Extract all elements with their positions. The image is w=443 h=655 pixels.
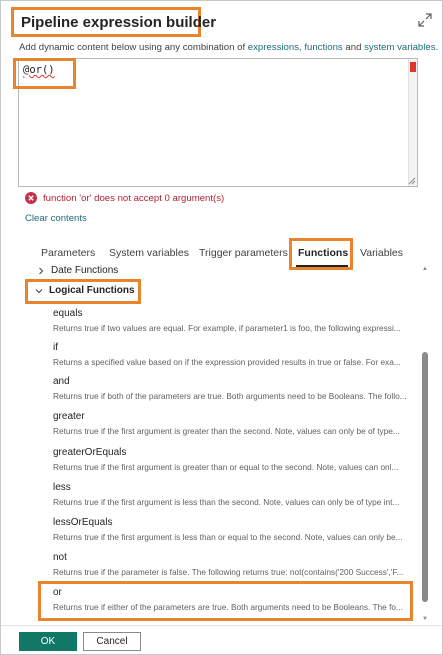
function-item-not[interactable]: not Returns true if the parameter is fal…	[53, 552, 413, 577]
editor-scrollbar[interactable]	[408, 59, 417, 186]
error-icon	[25, 192, 37, 204]
function-name: greater	[53, 411, 85, 422]
chevron-right-icon	[39, 267, 44, 274]
function-description: Returns true if the first argument is le…	[53, 497, 400, 507]
function-name: greaterOrEquals	[53, 447, 127, 458]
title-highlight: Pipeline expression builder	[11, 7, 216, 37]
ok-button[interactable]: OK	[19, 632, 77, 651]
function-description: Returns true if two values are equal. Fo…	[53, 323, 401, 333]
resize-grip-icon[interactable]	[408, 177, 416, 185]
function-item-greater[interactable]: greater Returns true if the first argume…	[53, 411, 413, 436]
function-description: Returns true if the parameter is false. …	[53, 567, 404, 577]
footer-divider	[1, 625, 442, 626]
date-functions-section[interactable]: Date Functions	[37, 265, 118, 276]
dialog-title: Pipeline expression builder	[21, 13, 217, 31]
expand-icon[interactable]	[418, 13, 432, 27]
code-highlight	[13, 58, 76, 89]
function-description: Returns true if both of the parameters a…	[53, 391, 407, 401]
system-variables-link[interactable]: system variables.	[364, 42, 438, 53]
function-name: and	[53, 376, 70, 387]
expression-editor[interactable]	[18, 58, 418, 187]
function-item-and[interactable]: and Returns true if both of the paramete…	[53, 376, 413, 401]
error-text: function 'or' does not accept 0 argument…	[43, 192, 225, 204]
help-text: Add dynamic content below using any comb…	[19, 42, 438, 53]
function-name: less	[53, 482, 71, 493]
function-item-lessorequals[interactable]: lessOrEquals Returns true if the first a…	[53, 517, 413, 542]
clear-contents-link[interactable]: Clear contents	[25, 213, 87, 224]
tab-variables[interactable]: Variables	[360, 247, 403, 259]
functions-link[interactable]: functions	[304, 42, 342, 53]
tab-trigger-parameters[interactable]: Trigger parameters	[199, 247, 288, 259]
expression-builder-dialog: Pipeline expression builder Add dynamic …	[0, 0, 443, 655]
cancel-button[interactable]: Cancel	[83, 632, 141, 651]
function-item-greaterorequals[interactable]: greaterOrEquals Returns true if the firs…	[53, 447, 413, 472]
function-item-if[interactable]: if Returns a specified value based on if…	[53, 342, 413, 367]
scroll-down-icon[interactable]: ▼	[422, 616, 428, 622]
help-prefix: Add dynamic content below using any comb…	[19, 42, 248, 53]
function-description: Returns true if the first argument is gr…	[53, 462, 399, 472]
error-message-row: function 'or' does not accept 0 argument…	[25, 192, 224, 204]
function-name: equals	[53, 308, 83, 319]
function-item-equals[interactable]: equals Returns true if two values are eq…	[53, 308, 413, 333]
scroll-thumb[interactable]	[422, 352, 428, 602]
function-description: Returns true if the first argument is le…	[53, 532, 403, 542]
expressions-link[interactable]: expressions,	[248, 42, 302, 53]
function-name: if	[53, 342, 58, 353]
function-description: Returns true if the first argument is gr…	[53, 426, 400, 436]
editor-error-marker	[410, 62, 416, 72]
date-functions-label: Date Functions	[51, 265, 119, 276]
logical-section-highlight	[25, 279, 141, 304]
tab-system-variables[interactable]: System variables	[109, 247, 189, 259]
function-name: not	[53, 552, 67, 563]
tab-parameters[interactable]: Parameters	[41, 247, 95, 259]
or-function-highlight	[38, 581, 413, 621]
functions-scrollbar[interactable]: ▲ ▼	[421, 266, 429, 622]
scroll-up-icon[interactable]: ▲	[422, 266, 428, 272]
function-name: lessOrEquals	[53, 517, 113, 528]
function-description: Returns a specified value based on if th…	[53, 357, 401, 367]
functions-tab-highlight	[289, 238, 353, 270]
help-and: and	[342, 42, 365, 53]
function-item-less[interactable]: less Returns true if the first argument …	[53, 482, 413, 507]
